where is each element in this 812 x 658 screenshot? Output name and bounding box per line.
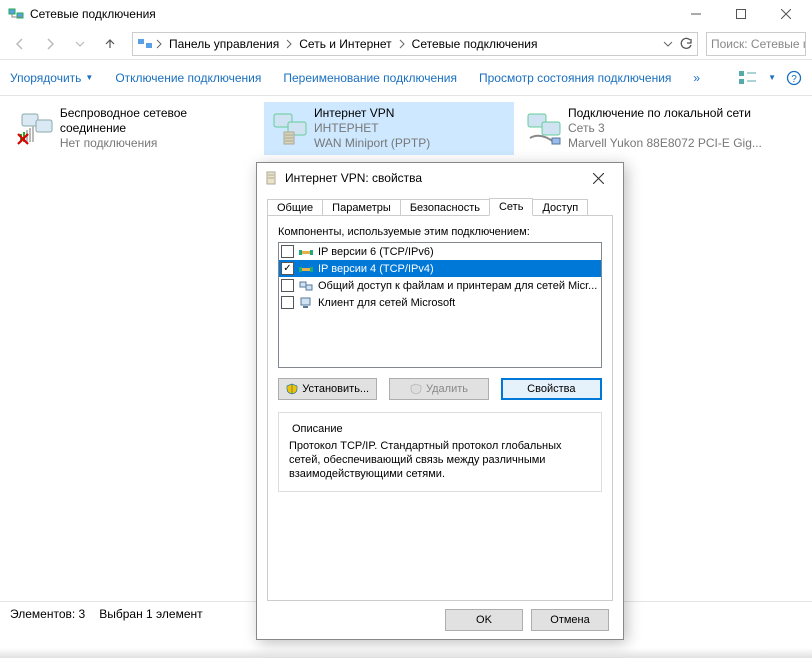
checkbox[interactable] xyxy=(281,279,294,292)
modem-icon xyxy=(263,170,279,186)
client-icon xyxy=(298,296,314,310)
breadcrumb-item[interactable]: Сеть и Интернет xyxy=(295,37,395,51)
connection-detail: WAN Miniport (PPTP) xyxy=(314,136,430,151)
connection-name: Подключение по локальной сети xyxy=(568,106,762,121)
chevron-down-icon[interactable] xyxy=(663,39,673,49)
share-icon xyxy=(298,279,314,293)
components-label: Компоненты, используемые этим подключени… xyxy=(278,226,602,238)
tab-networking[interactable]: Сеть xyxy=(489,198,533,216)
chevron-down-icon[interactable]: ▼ xyxy=(768,73,776,82)
connection-item-ethernet[interactable]: Подключение по локальной сети Сеть 3 Mar… xyxy=(518,102,768,155)
connection-name: Интернет VPN xyxy=(314,106,430,121)
chevron-right-icon[interactable] xyxy=(285,39,293,49)
install-button[interactable]: Установить... xyxy=(278,378,377,400)
component-label: IP версии 4 (TCP/IPv4) xyxy=(318,263,434,275)
decorative-shadow xyxy=(0,648,812,658)
dialog-close-button[interactable] xyxy=(579,164,617,192)
titlebar: Сетевые подключения xyxy=(0,0,812,28)
description-group: Описание Протокол TCP/IP. Стандартный пр… xyxy=(278,412,602,492)
breadcrumb-item[interactable]: Сетевые подключения xyxy=(408,37,542,51)
uninstall-button: Удалить xyxy=(389,378,488,400)
selection-count: Выбран 1 элемент xyxy=(99,607,202,621)
tab-general[interactable]: Общие xyxy=(267,199,323,216)
properties-dialog: Интернет VPN: свойства Общие Параметры Б… xyxy=(256,162,624,640)
component-ms-client[interactable]: Клиент для сетей Microsoft xyxy=(279,294,601,311)
dialog-tabs: Общие Параметры Безопасность Сеть Доступ xyxy=(257,193,623,215)
protocol-icon xyxy=(298,245,314,259)
tab-panel-networking: Компоненты, используемые этим подключени… xyxy=(267,215,613,601)
connection-status: Сеть 3 xyxy=(568,121,762,136)
address-bar[interactable]: Панель управления Сеть и Интернет Сетевы… xyxy=(132,32,698,56)
more-chevron[interactable]: » xyxy=(693,71,700,85)
checkbox[interactable] xyxy=(281,296,294,309)
properties-button[interactable]: Свойства xyxy=(501,378,602,400)
connection-item-vpn[interactable]: Интернет VPN ИНТЕРНЕТ WAN Miniport (PPTP… xyxy=(264,102,514,155)
component-ipv4[interactable]: IP версии 4 (TCP/IPv4) xyxy=(279,260,601,277)
component-buttons: Установить... Удалить Свойства xyxy=(278,378,602,400)
network-connections-icon xyxy=(137,36,153,52)
search-placeholder: Поиск: Сетевые п xyxy=(711,37,806,51)
vpn-icon xyxy=(268,106,312,150)
recent-dropdown[interactable] xyxy=(66,30,94,58)
ok-button[interactable]: OK xyxy=(445,609,523,631)
help-icon[interactable]: ? xyxy=(786,70,802,86)
component-file-sharing[interactable]: Общий доступ к файлам и принтерам для се… xyxy=(279,277,601,294)
disable-connection-button[interactable]: Отключение подключения xyxy=(115,71,261,85)
refresh-icon[interactable] xyxy=(679,37,693,51)
connection-detail: Marvell Yukon 88E8072 PCI-E Gig... xyxy=(568,136,762,151)
search-input[interactable]: Поиск: Сетевые п xyxy=(706,32,806,56)
window-close-button[interactable] xyxy=(763,0,808,28)
component-ipv6[interactable]: IP версии 6 (TCP/IPv6) xyxy=(279,243,601,260)
chevron-right-icon[interactable] xyxy=(398,39,406,49)
protocol-icon xyxy=(298,262,314,276)
network-connections-icon xyxy=(8,6,24,22)
back-button[interactable] xyxy=(6,30,34,58)
view-status-button[interactable]: Просмотр состояния подключения xyxy=(479,71,671,85)
breadcrumb-item[interactable]: Панель управления xyxy=(165,37,283,51)
component-label: Клиент для сетей Microsoft xyxy=(318,297,455,309)
up-button[interactable] xyxy=(96,30,124,58)
window-title: Сетевые подключения xyxy=(30,7,156,21)
svg-text:?: ? xyxy=(791,74,797,85)
tab-sharing[interactable]: Доступ xyxy=(532,199,588,216)
dialog-titlebar[interactable]: Интернет VPN: свойства xyxy=(257,163,623,193)
dialog-button-row: OK Отмена xyxy=(257,609,623,643)
navbar: Панель управления Сеть и Интернет Сетевы… xyxy=(0,28,812,60)
item-count: Элементов: 3 xyxy=(10,607,85,621)
tab-security[interactable]: Безопасность xyxy=(400,199,490,216)
description-text: Протокол TCP/IP. Стандартный протокол гл… xyxy=(289,439,591,481)
connection-status: Нет подключения xyxy=(60,136,256,151)
minimize-button[interactable] xyxy=(673,0,718,28)
forward-button[interactable] xyxy=(36,30,64,58)
maximize-button[interactable] xyxy=(718,0,763,28)
organize-menu[interactable]: Упорядочить▼ xyxy=(10,71,93,85)
components-listbox[interactable]: IP версии 6 (TCP/IPv6) IP версии 4 (TCP/… xyxy=(278,242,602,368)
description-label: Описание xyxy=(289,423,346,435)
command-bar: Упорядочить▼ Отключение подключения Пере… xyxy=(0,60,812,96)
component-label: Общий доступ к файлам и принтерам для се… xyxy=(318,280,597,292)
shield-icon xyxy=(286,383,298,395)
wifi-disabled-icon xyxy=(14,106,58,150)
connection-status: ИНТЕРНЕТ xyxy=(314,121,430,136)
rename-connection-button[interactable]: Переименование подключения xyxy=(283,71,457,85)
shield-icon xyxy=(410,383,422,395)
connection-name: Беспроводное сетевое соединение xyxy=(60,106,256,136)
connection-item-wifi[interactable]: Беспроводное сетевое соединение Нет подк… xyxy=(10,102,260,155)
checkbox[interactable] xyxy=(281,262,294,275)
cancel-button[interactable]: Отмена xyxy=(531,609,609,631)
ethernet-icon xyxy=(522,106,566,150)
dialog-title: Интернет VPN: свойства xyxy=(285,171,422,185)
connections-list: Беспроводное сетевое соединение Нет подк… xyxy=(0,96,812,161)
view-options-icon[interactable] xyxy=(738,70,758,86)
tab-options[interactable]: Параметры xyxy=(322,199,401,216)
chevron-right-icon[interactable] xyxy=(155,39,163,49)
checkbox[interactable] xyxy=(281,245,294,258)
component-label: IP версии 6 (TCP/IPv6) xyxy=(318,246,434,258)
